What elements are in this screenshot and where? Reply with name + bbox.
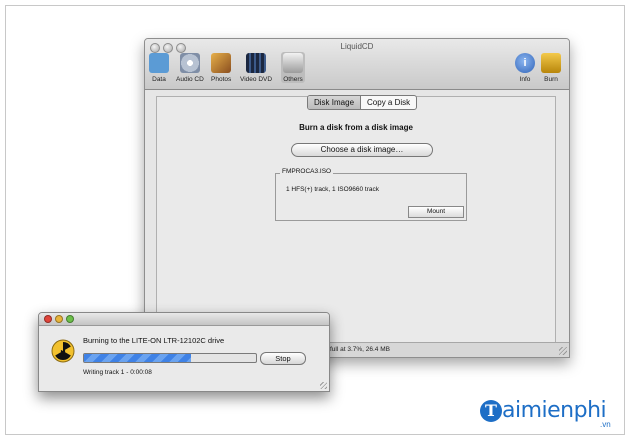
toolbar-others-label: Others: [283, 76, 303, 83]
burn-icon: [541, 53, 561, 73]
toolbar-photos-label: Photos: [211, 76, 232, 83]
mount-button[interactable]: Mount: [408, 206, 464, 218]
data-folder-icon: [149, 53, 169, 73]
disk-image-filename: FMPROCA3.ISO: [280, 168, 334, 175]
toolbar-data-label: Data: [152, 76, 166, 83]
burn-progress-dialog: Burning to the LITE-ON LTR-12102C drive …: [38, 312, 330, 392]
dialog-titlebar: [39, 313, 329, 326]
info-icon: i: [515, 53, 535, 73]
others-icon: [283, 53, 303, 73]
zoom-dialog-button[interactable]: [66, 315, 74, 323]
toolbar-video-dvd-button[interactable]: Video DVD: [240, 53, 272, 83]
mode-tabs: Disk Image Copy a Disk: [307, 95, 418, 110]
video-dvd-icon: [246, 53, 267, 73]
photos-icon: [211, 53, 232, 73]
choose-disk-image-button[interactable]: Choose a disk image…: [291, 143, 433, 157]
stop-button[interactable]: Stop: [260, 352, 306, 365]
resize-grip[interactable]: [559, 347, 567, 355]
watermark-suffix: .vn: [600, 420, 611, 429]
burn-message: Burning to the LITE-ON LTR-12102C drive: [83, 336, 225, 345]
toolbar-data-button[interactable]: Data: [149, 53, 169, 83]
toolbar-video-dvd-label: Video DVD: [240, 76, 273, 83]
liquidcd-window: LiquidCD Data Audio CD Photos Video DVD …: [144, 38, 570, 358]
radiation-icon: [51, 339, 75, 363]
audio-cd-icon: [179, 53, 200, 73]
minimize-dialog-button[interactable]: [55, 315, 63, 323]
toolbar-audio-cd-button[interactable]: Audio CD: [176, 53, 204, 83]
watermark-mark: T: [480, 400, 502, 422]
burn-progress-fill: [84, 354, 191, 362]
tab-copy-a-disk[interactable]: Copy a Disk: [361, 96, 416, 109]
disk-usage-status: full at 3.7%, 26.4 MB: [330, 346, 390, 353]
toolbar: LiquidCD Data Audio CD Photos Video DVD …: [145, 39, 569, 90]
toolbar-info-label: Info: [519, 76, 531, 83]
close-dialog-button[interactable]: [44, 315, 52, 323]
track-info: 1 HFS(+) track, 1 ISO9660 track: [286, 186, 380, 193]
content-panel: Disk Image Copy a Disk Burn a disk from …: [156, 95, 556, 346]
window-title: LiquidCD: [340, 42, 374, 51]
watermark-text: aimienphi: [502, 398, 607, 423]
toolbar-audio-cd-label: Audio CD: [176, 76, 204, 83]
toolbar-burn-button[interactable]: Burn: [541, 53, 561, 83]
burn-progress-bar: [83, 353, 257, 363]
toolbar-info-button[interactable]: i Info: [515, 53, 535, 83]
disk-image-box: FMPROCA3.ISO 1 HFS(+) track, 1 ISO9660 t…: [275, 168, 467, 221]
dialog-resize-grip[interactable]: [320, 382, 327, 389]
section-heading: Burn a disk from a disk image: [299, 123, 413, 132]
burn-sub-status: Writing track 1 - 0:00:08: [83, 369, 152, 376]
toolbar-burn-label: Burn: [544, 76, 558, 83]
toolbar-others-button[interactable]: Others: [281, 52, 305, 83]
toolbar-photos-button[interactable]: Photos: [211, 53, 231, 83]
tab-disk-image[interactable]: Disk Image: [308, 96, 362, 109]
